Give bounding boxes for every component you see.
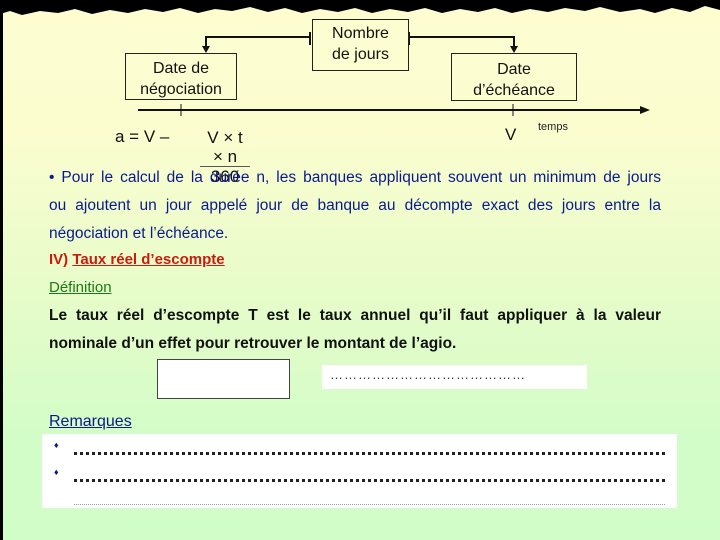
box-negociation-line1: Date de — [152, 60, 210, 77]
paragraph-line: négociation et l’échéance. — [49, 225, 229, 242]
remark-row[interactable] — [42, 492, 677, 512]
diamond-bullet-icon: ♦ — [54, 467, 59, 477]
section-heading: IV) Taux réel d’escompte — [49, 251, 225, 268]
bank-days-paragraph: • Pour le calcul de la durée n, les banq… — [49, 168, 661, 252]
nominal-value-label: V — [505, 125, 517, 144]
box-nombre-line1: Nombre — [332, 25, 389, 42]
paragraph-line: ou ajoutent un jour appelé jour de banqu… — [49, 197, 661, 214]
timeline-arrowhead — [640, 106, 650, 114]
timeline-label: temps — [538, 121, 568, 133]
definition-line: Le taux réel d’escompte T est le taux an… — [49, 307, 661, 324]
arrow-right-head — [510, 46, 518, 53]
arrow-left-connector — [205, 36, 310, 48]
definition-line: nominale d’un effet pour retrouver le mo… — [49, 335, 457, 352]
remark-row[interactable]: ♦ — [42, 440, 677, 460]
arrow-left-head — [202, 46, 210, 53]
box-echeance-line2: d’échéance — [473, 82, 555, 99]
paragraph-line: • Pour le calcul de la durée n, les banq… — [49, 169, 661, 186]
box-negociation-line2: négociation — [140, 81, 222, 98]
remark-blank-line[interactable] — [74, 479, 665, 482]
box-nombre-line2: de jours — [332, 46, 389, 63]
formula-numerator: V × t × n — [200, 128, 250, 167]
box-date-negociation: Date de négociation — [125, 53, 237, 100]
diamond-bullet-icon: ♦ — [54, 440, 59, 450]
box-date-echeance: Date d’échéance — [451, 53, 577, 101]
formula-lhs: a = V – — [115, 127, 170, 146]
box-nombre-jours: Nombre de jours — [312, 19, 409, 71]
remarques-heading: Remarques — [49, 413, 132, 430]
box-echeance-line1: Date — [497, 61, 531, 78]
remark-blank-line[interactable] — [74, 504, 665, 505]
remarks-panel: ♦ ♦ — [42, 434, 677, 508]
arrow-right-connector — [409, 36, 515, 48]
remark-blank-line[interactable] — [74, 452, 665, 455]
remark-row[interactable]: ♦ — [42, 467, 677, 487]
section-title: Taux réel d’escompte — [72, 251, 225, 268]
definition-answer-field[interactable]: …………………………………… — [322, 365, 587, 389]
section-number: IV) — [49, 251, 69, 268]
definition-text: Le taux réel d’escompte T est le taux an… — [49, 306, 661, 362]
formula-blank-box[interactable] — [157, 359, 290, 399]
definition-label: Définition — [49, 279, 112, 296]
